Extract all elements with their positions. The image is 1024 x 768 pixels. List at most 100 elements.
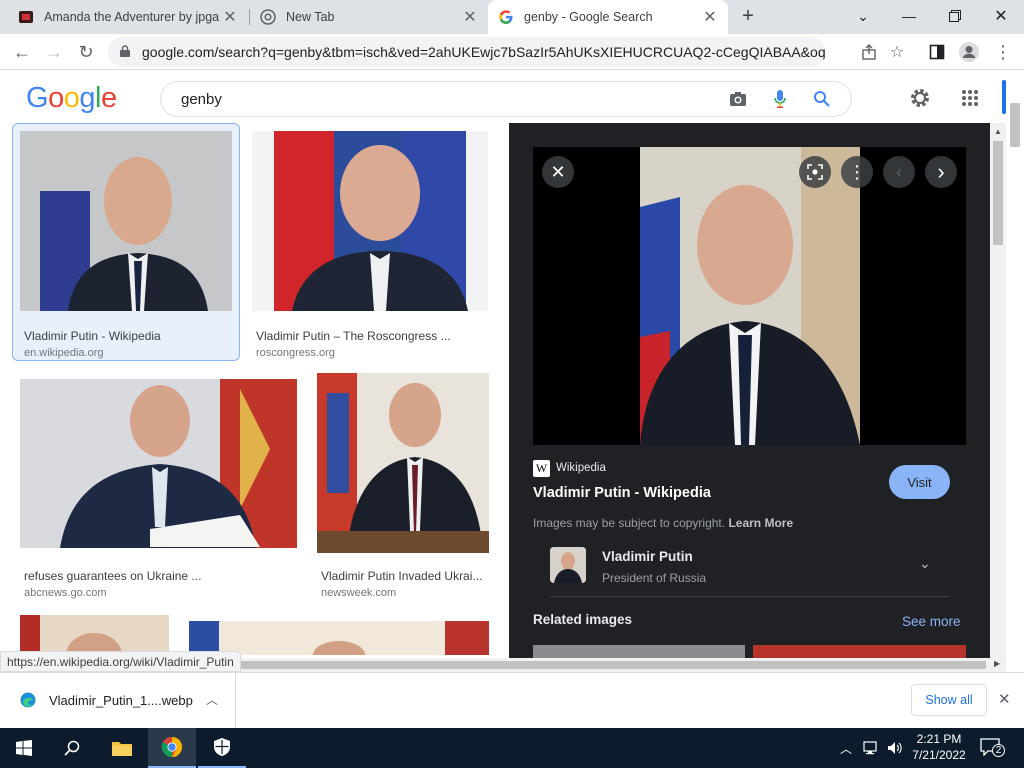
- scroll-thumb[interactable]: [1010, 103, 1020, 147]
- scroll-thumb[interactable]: [993, 141, 1003, 245]
- google-g-icon: [498, 9, 514, 25]
- search-icon[interactable]: [48, 728, 96, 768]
- learn-more-link[interactable]: Learn More: [728, 516, 793, 530]
- entity-name[interactable]: Vladimir Putin: [602, 549, 693, 564]
- profile-avatar-icon[interactable]: [956, 39, 982, 65]
- divider: [550, 596, 950, 597]
- status-url: https://en.wikipedia.org/wiki/Vladimir_P…: [0, 651, 241, 672]
- result-title[interactable]: Vladimir Putin Invaded Ukrai...: [321, 569, 489, 583]
- google-images-page: Google genby Vladimir Putin - Wikipedia …: [0, 70, 1024, 672]
- result-source: en.wikipedia.org: [24, 347, 104, 359]
- address-bar[interactable]: google.com/search?q=genby&tbm=isch&ved=2…: [108, 37, 826, 67]
- image-result[interactable]: Vladimir Putin Invaded Ukrai... newsweek…: [317, 373, 489, 599]
- close-tab-icon[interactable]: ✕: [702, 7, 718, 27]
- game-favicon: [18, 9, 34, 25]
- side-panel-icon[interactable]: [924, 39, 950, 65]
- result-title[interactable]: refuses guarantees on Ukraine ...: [24, 569, 284, 583]
- restore-icon[interactable]: [932, 0, 978, 32]
- volume-icon[interactable]: [884, 728, 906, 768]
- url-text: google.com/search?q=genby&tbm=isch&ved=2…: [142, 44, 826, 60]
- file-explorer-icon[interactable]: [98, 728, 146, 768]
- forward-icon[interactable]: →: [40, 38, 68, 66]
- security-shield-icon[interactable]: [198, 728, 246, 768]
- browser-toolbar: ← → ↻ google.com/search?q=genby&tbm=isch…: [0, 34, 1024, 70]
- tab-new-tab[interactable]: New Tab ✕: [250, 0, 488, 34]
- image-result[interactable]: Vladimir Putin – The Roscongress ... ros…: [252, 131, 488, 359]
- windows-taskbar: ︿ 2:21 PM 7/21/2022 2: [0, 728, 1024, 768]
- close-window-icon[interactable]: ✕: [978, 0, 1024, 32]
- show-hidden-icons-icon[interactable]: ︿: [836, 728, 856, 768]
- more-options-icon[interactable]: ⋮: [841, 156, 873, 188]
- search-icon[interactable]: [812, 89, 832, 109]
- source-site[interactable]: Wikipedia: [556, 462, 606, 474]
- entity-description: President of Russia: [602, 571, 707, 585]
- menu-kebab-icon[interactable]: ⋮: [990, 39, 1016, 65]
- google-logo[interactable]: Google: [26, 82, 117, 115]
- back-icon[interactable]: ←: [8, 38, 36, 66]
- close-tab-icon[interactable]: ✕: [462, 7, 478, 27]
- tab-amanda[interactable]: Amanda the Adventurer by jpga ✕: [8, 0, 248, 34]
- tab-google-search[interactable]: genby - Google Search ✕: [488, 0, 728, 34]
- search-query: genby: [181, 90, 222, 108]
- scroll-right-arrow[interactable]: ▶: [994, 659, 1000, 668]
- microphone-icon[interactable]: [770, 89, 790, 109]
- lock-icon: [120, 45, 130, 57]
- close-download-bar-icon[interactable]: ✕: [998, 690, 1011, 708]
- download-item[interactable]: Vladimir_Putin_1....webp ︿: [0, 673, 236, 728]
- result-thumbnail[interactable]: [20, 615, 169, 655]
- result-thumbnail[interactable]: [189, 621, 489, 655]
- bookmark-star-icon[interactable]: ☆: [884, 39, 910, 65]
- visit-button[interactable]: Visit: [889, 465, 950, 499]
- result-source: abcnews.go.com: [24, 587, 107, 599]
- notification-count: 2: [992, 744, 1005, 757]
- result-thumbnail[interactable]: [252, 131, 488, 311]
- entity-thumbnail[interactable]: [550, 547, 586, 583]
- panel-scrollbar[interactable]: ▲ ▼: [990, 123, 1006, 672]
- settings-gear-icon[interactable]: [908, 86, 932, 110]
- page-scrollbar[interactable]: [1006, 95, 1024, 672]
- result-thumbnail[interactable]: [20, 379, 297, 548]
- result-thumbnail[interactable]: [317, 373, 489, 553]
- tab-search-icon[interactable]: ⌄: [840, 0, 886, 32]
- result-source: newsweek.com: [321, 587, 397, 599]
- chrome-taskbar-icon[interactable]: [148, 728, 196, 768]
- search-input[interactable]: genby: [160, 81, 852, 117]
- next-image-icon[interactable]: ›: [925, 156, 957, 188]
- image-preview-panel: ✕ ⋮ ‹ › W Wikipedia Vladimir Putin - Wik…: [509, 123, 990, 672]
- result-title[interactable]: Vladimir Putin – The Roscongress ...: [256, 329, 466, 343]
- chevron-up-icon[interactable]: ︿: [206, 691, 218, 708]
- tab-title: New Tab: [286, 10, 335, 24]
- reload-icon[interactable]: ↻: [72, 38, 100, 66]
- previous-image-icon[interactable]: ‹: [883, 156, 915, 188]
- clock[interactable]: 2:21 PM 7/21/2022: [908, 728, 970, 768]
- clock-time: 2:21 PM: [916, 732, 962, 746]
- camera-icon[interactable]: [728, 89, 748, 109]
- image-result[interactable]: Vladimir Putin - Wikipedia en.wikipedia.…: [20, 131, 232, 359]
- see-more-link[interactable]: See more: [902, 614, 961, 629]
- close-preview-icon[interactable]: ✕: [542, 156, 574, 188]
- preview-title[interactable]: Vladimir Putin - Wikipedia: [533, 485, 711, 501]
- apps-grid-icon[interactable]: [958, 86, 982, 110]
- new-tab-button[interactable]: +: [725, 0, 771, 32]
- windows-start-icon[interactable]: [0, 728, 48, 768]
- close-tab-icon[interactable]: ✕: [222, 7, 238, 27]
- copyright-notice: Images may be subject to copyright. Lear…: [533, 516, 793, 530]
- show-all-button[interactable]: Show all: [911, 684, 987, 716]
- image-result[interactable]: refuses guarantees on Ukraine ... abcnew…: [20, 379, 297, 599]
- clock-date: 7/21/2022: [912, 748, 966, 762]
- scroll-up-arrow[interactable]: ▲: [994, 127, 1002, 136]
- result-source: roscongress.org: [256, 347, 335, 359]
- preview-image[interactable]: [533, 147, 966, 445]
- google-lens-icon[interactable]: [799, 156, 831, 188]
- chrome-icon: [260, 9, 276, 25]
- network-icon[interactable]: [860, 728, 882, 768]
- result-thumbnail[interactable]: [20, 131, 232, 311]
- notifications-icon[interactable]: 2: [980, 738, 1005, 758]
- wikipedia-logo: W: [533, 460, 550, 477]
- expand-chevron-icon[interactable]: ⌄: [919, 555, 931, 572]
- tab-strip: Amanda the Adventurer by jpga ✕ New Tab …: [0, 0, 1024, 34]
- result-title[interactable]: Vladimir Putin - Wikipedia: [24, 329, 224, 343]
- share-icon[interactable]: [856, 39, 882, 65]
- minimize-icon[interactable]: —: [886, 0, 932, 32]
- related-images-heading: Related images: [533, 612, 633, 627]
